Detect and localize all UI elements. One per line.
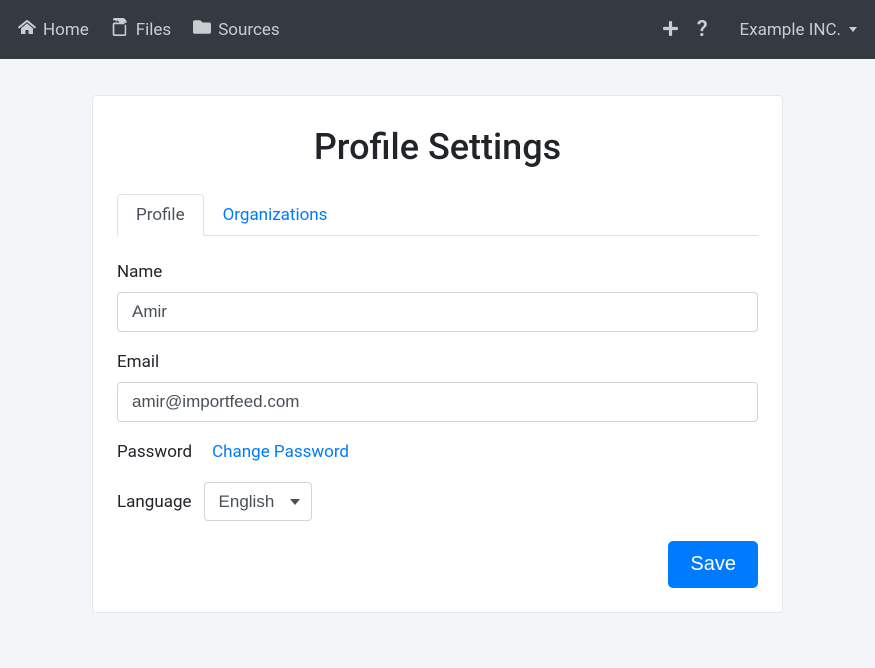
nav-left: Home Files Sources — [18, 18, 280, 41]
settings-card: Profile Settings Profile Organizations N… — [92, 95, 783, 613]
password-row: Password Change Password — [117, 442, 758, 462]
tab-organizations[interactable]: Organizations — [204, 194, 347, 236]
nav-sources-label: Sources — [218, 20, 279, 40]
nav-right: ? Example INC. — [662, 17, 857, 42]
language-label: Language — [117, 492, 192, 512]
org-name: Example INC. — [740, 20, 841, 40]
change-password-link[interactable]: Change Password — [212, 442, 349, 462]
form-actions: Save — [117, 541, 758, 588]
nav-files-label: Files — [136, 20, 171, 40]
home-icon — [18, 18, 36, 41]
nav-home[interactable]: Home — [18, 18, 89, 41]
nav-files[interactable]: Files — [111, 18, 171, 41]
files-icon — [111, 18, 129, 41]
nav-sources[interactable]: Sources — [193, 18, 279, 41]
email-input[interactable] — [117, 382, 758, 422]
question-icon: ? — [697, 17, 708, 42]
name-input[interactable] — [117, 292, 758, 332]
nav-home-label: Home — [43, 20, 89, 40]
language-row: Language English — [117, 482, 758, 521]
folder-icon — [193, 18, 211, 41]
help-button[interactable]: ? — [697, 17, 708, 42]
page-title: Profile Settings — [117, 126, 758, 168]
navbar: Home Files Sources ? Example INC. — [0, 0, 875, 59]
language-select[interactable]: English — [204, 482, 312, 521]
language-select-wrap: English — [204, 482, 312, 521]
org-dropdown[interactable]: Example INC. — [740, 20, 857, 40]
tabs: Profile Organizations — [117, 194, 758, 236]
add-button[interactable] — [662, 18, 679, 42]
name-label: Name — [117, 262, 758, 282]
password-label: Password — [117, 442, 192, 462]
chevron-down-icon — [849, 27, 857, 32]
main-container: Profile Settings Profile Organizations N… — [0, 59, 875, 613]
tab-profile[interactable]: Profile — [117, 194, 204, 236]
save-button[interactable]: Save — [668, 541, 758, 588]
plus-icon — [662, 18, 679, 42]
email-group: Email — [117, 352, 758, 422]
email-label: Email — [117, 352, 758, 372]
name-group: Name — [117, 262, 758, 332]
